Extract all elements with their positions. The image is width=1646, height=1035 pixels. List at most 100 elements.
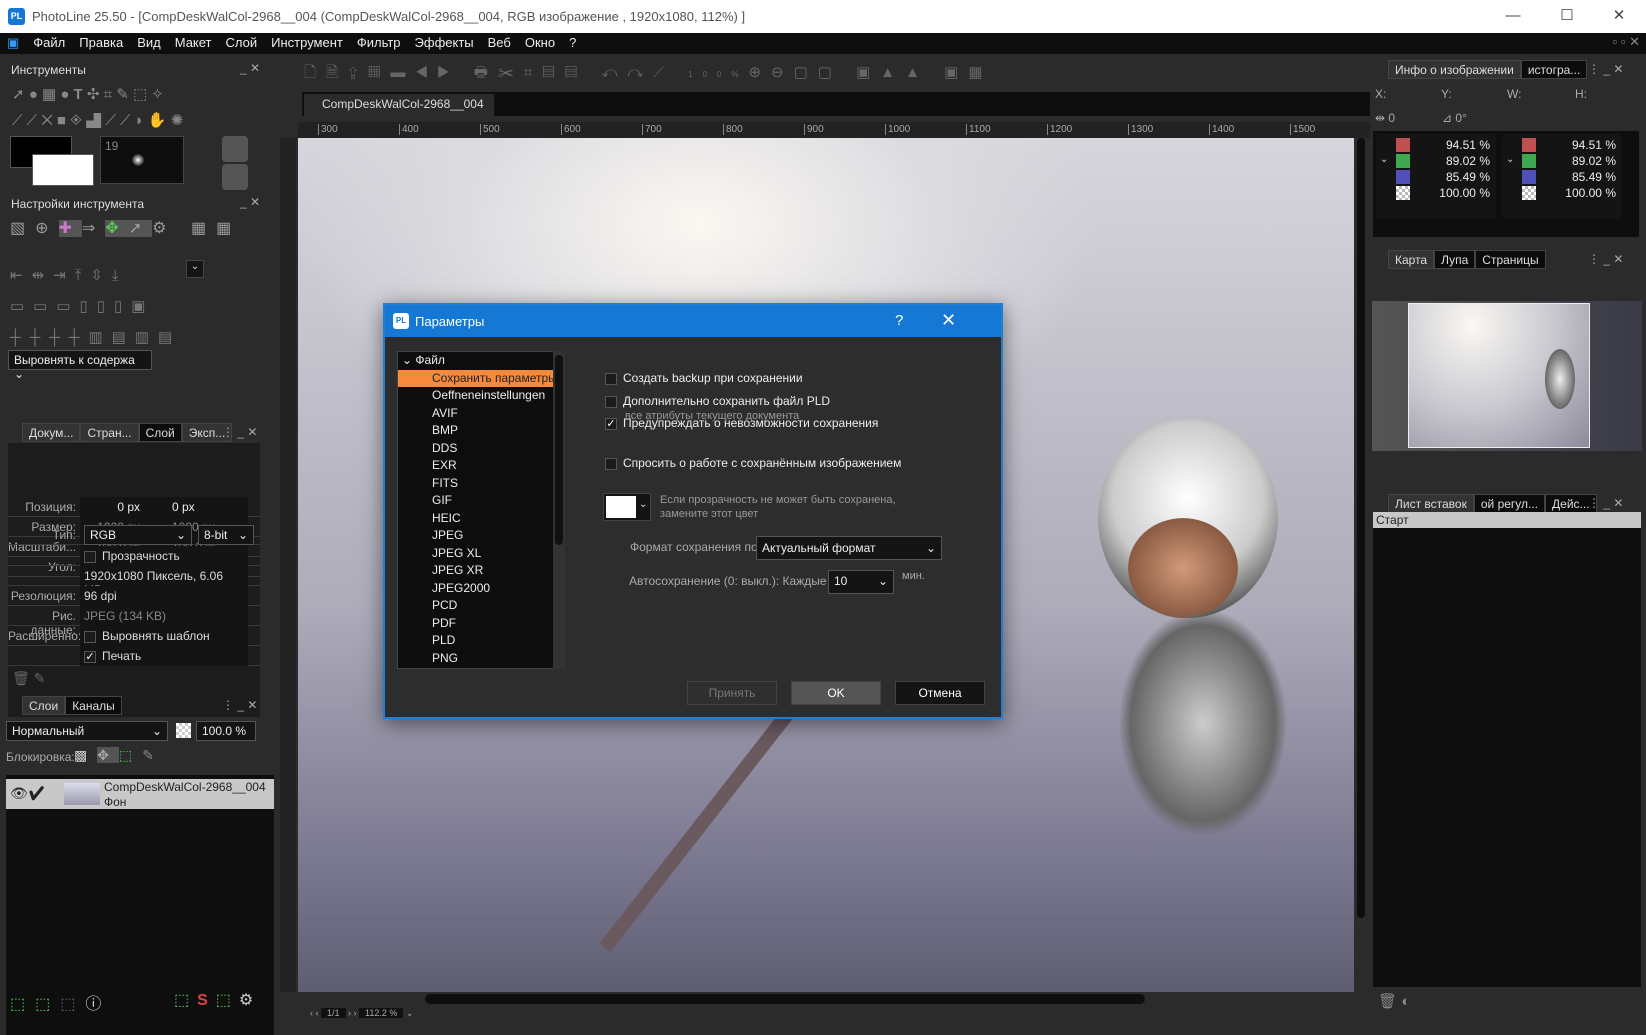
menu-item[interactable]: Файл [26,33,72,50]
background-color[interactable] [32,154,94,186]
menu-item[interactable]: Эффекты [408,33,481,50]
option-checkbox[interactable]: ✓ [605,417,617,430]
tree-item[interactable]: DDS [398,440,562,458]
apply-button[interactable]: Принять [687,681,777,705]
props-actions[interactable]: 🗑 ✎ [12,670,45,687]
layer-actions[interactable]: ⬚⬚⬚ⓘ [10,990,111,1014]
print-checkbox[interactable]: ✓ [84,650,96,663]
panel-close-icon[interactable]: _ ✕ [240,195,260,209]
cancel-button[interactable]: Отмена [895,681,985,705]
option-checkbox[interactable] [605,372,617,385]
quickmask-button[interactable] [222,164,248,190]
tab-layer[interactable]: Слой [138,423,182,442]
align-icons[interactable]: ⇤⇹⇥⤒⇳⤓ ▭▭▭▯▯▯▣ ┼┼┼┼▥▤▥▤ [10,260,270,353]
panel-menu-icon[interactable]: ⋮ _ ✕ [1588,252,1623,266]
dialog-close-button[interactable]: ✕ [941,310,956,331]
tab-histogram[interactable]: истогра... [1520,60,1588,79]
tab-paste-sheet[interactable]: Лист вставок [1388,494,1474,513]
minimize-button[interactable]: — [1490,4,1536,28]
layer-effects[interactable]: ⬚S⬚⚙ [174,990,261,1010]
tree-root-file[interactable]: ⌄ Файл [398,352,562,370]
tab-page[interactable]: Стран... [80,423,139,442]
menu-item[interactable]: Фильтр [350,33,408,50]
tree-item[interactable]: Сохранить параметры [398,369,562,387]
mdi-window-controls[interactable]: ▫ ▫ ✕ [1613,34,1640,50]
tree-item[interactable]: HEIC [398,510,562,528]
menu-item[interactable]: Вид [130,33,168,50]
tree-item[interactable]: JPEG2000 [398,580,562,598]
align-to-dropdown[interactable]: Выровнять к содержа ⌄ [8,350,152,381]
autosave-field[interactable]: 10 ⌄ [828,570,894,594]
menu-item[interactable]: Окно [518,33,562,50]
navigator-viewport[interactable] [1408,303,1590,448]
tab-adjust[interactable]: ой регул... [1473,494,1546,513]
align-more-dropdown[interactable]: ⌄ [186,260,204,278]
tab-image-info[interactable]: Инфо о изображении [1388,60,1521,79]
tab-map[interactable]: Карта [1388,250,1435,269]
tool-grid[interactable]: ➚ ● ▦ ● T ✣ ⌗ ✎ ⬚ ✧ ⟋ ⟋ ✕ ■ ◈ ▟ ⟋ ⟋ ◗ ✋ ✺ [12,82,272,134]
close-button[interactable]: ✕ [1596,4,1642,28]
menu-item[interactable]: Правка [72,33,130,50]
ok-button[interactable]: OK [791,681,881,705]
tree-item[interactable]: PDF [398,615,562,633]
transparency-checkbox[interactable] [84,550,96,563]
transparency-color-picker[interactable]: ⌄ [603,493,651,521]
vertical-scrollbar[interactable] [1357,138,1365,918]
horizontal-scrollbar[interactable] [425,994,1145,1004]
option-checkbox[interactable] [605,395,617,408]
prop-value-2[interactable]: 0 px [172,500,195,514]
tree-item[interactable]: PLD [398,632,562,650]
paste-item[interactable]: Старт [1373,512,1641,528]
opacity-field[interactable]: 100.0 % [196,721,256,741]
tree-item[interactable]: PNG [398,650,562,668]
tool-settings-icons[interactable]: ▧⊕✚⇒✥➚⚙ ▦▦ [10,218,270,238]
panel-close-icon[interactable]: _ ✕ [240,61,260,75]
menu-item[interactable]: Слой [219,33,265,50]
align-template-checkbox[interactable] [84,630,96,643]
chevron-down-icon[interactable]: ⌄ [1380,154,1388,165]
tab-layers[interactable]: Слои [22,696,66,715]
mask-button[interactable] [222,136,248,162]
tree-item[interactable]: PCD [398,597,562,615]
prop-value-1[interactable]: 0 px [117,500,140,514]
tree-item[interactable]: EXR [398,457,562,475]
layer-row[interactable]: 👁✔ CompDeskWalCol-2968__004 Фон [6,779,274,809]
main-toolbar[interactable]: 🗋🗎⇪▦▬◀▶ 🖶✂⌗▤▤ ↶↷⟋ 100%⊕⊖▢▢ ▣▲▲ ▣▦ [304,62,993,87]
menu-item[interactable]: Макет [168,33,219,50]
blend-mode-select[interactable]: Нормальный ⌄ [6,721,168,741]
chevron-down-icon[interactable]: ⌄ [1506,154,1514,165]
maximize-button[interactable]: ☐ [1544,4,1590,28]
tree-item[interactable]: JPEG XL [398,545,562,563]
option-checkbox[interactable] [605,457,617,470]
menu-item[interactable]: ? [562,33,583,50]
depth-select[interactable]: 8-bit ⌄ [198,525,254,545]
tree-item[interactable]: BMP [398,422,562,440]
tree-scrollbar[interactable] [553,351,565,669]
page-indicator[interactable]: 1/1 [321,1008,346,1018]
tree-item[interactable]: JPEG XR [398,562,562,580]
tab-document[interactable]: Докум... [22,423,81,442]
option-row[interactable]: Спросить о работе с сохранённым изображе… [605,456,901,470]
type-select[interactable]: RGB ⌄ [84,525,192,545]
help-button[interactable]: ? [895,312,903,329]
tree-item[interactable]: JPEG [398,527,562,545]
format-select[interactable]: Актуальный формат ⌄ [756,536,942,560]
navigator-preview[interactable] [1372,301,1642,451]
tab-loupe[interactable]: Лупа [1434,250,1476,269]
tree-item[interactable]: Oeffneneinstellungen [398,387,562,405]
tab-pages[interactable]: Страницы [1475,250,1546,269]
visibility-eye-icon[interactable]: 👁✔ [10,785,46,802]
option-row[interactable]: Дополнительно сохранить файл PLD [605,394,830,408]
tree-item[interactable]: GIF [398,492,562,510]
paste-actions[interactable]: 🗑 ◐ [1378,992,1410,1010]
menu-item[interactable]: Инструмент [264,33,350,50]
option-row[interactable]: Создать backup при сохранении [605,371,803,385]
doc-menu-icon[interactable]: ▣ [0,33,26,51]
tree-item[interactable]: FITS [398,475,562,493]
tree-item[interactable]: AVIF [398,405,562,423]
panel-menu-icon[interactable]: ⋮ _ ✕ [1588,62,1623,76]
panel-menu-icon[interactable]: ⋮ _ ✕ [1588,496,1623,510]
zoom-field[interactable]: 112.2 % [359,1008,404,1018]
lock-icons[interactable]: ▩✥⬚✎ [74,747,164,764]
menu-item[interactable]: Веб [481,33,518,50]
